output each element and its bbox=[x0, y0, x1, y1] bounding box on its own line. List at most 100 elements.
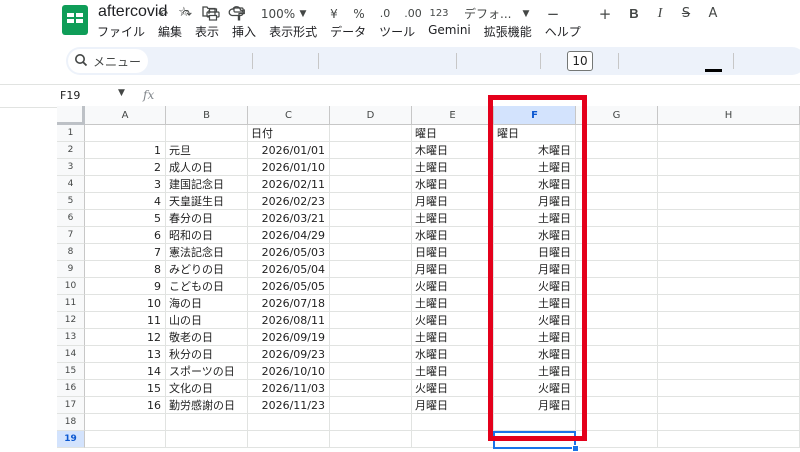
cell-e13[interactable]: 土曜日 bbox=[412, 329, 494, 346]
select-all-corner[interactable] bbox=[57, 106, 85, 125]
cell-h11[interactable] bbox=[658, 295, 800, 312]
cell-d18[interactable] bbox=[330, 414, 412, 431]
cell-d16[interactable] bbox=[330, 380, 412, 397]
cell-g19[interactable] bbox=[576, 431, 658, 448]
cell-a17[interactable]: 16 bbox=[85, 397, 166, 414]
cell-g1[interactable] bbox=[576, 125, 658, 142]
chevron-down-icon[interactable]: ▼ bbox=[297, 0, 309, 28]
zoom-select[interactable]: 100% bbox=[258, 0, 298, 28]
cell-b19[interactable] bbox=[166, 431, 248, 448]
bold-icon[interactable]: B bbox=[626, 0, 642, 28]
currency-format-button[interactable]: ¥ bbox=[327, 0, 341, 28]
cell-e5[interactable]: 月曜日 bbox=[412, 193, 494, 210]
cell-h4[interactable] bbox=[658, 176, 800, 193]
row-header-9[interactable]: 9 bbox=[57, 261, 85, 278]
chevron-down-icon[interactable]: ▼ bbox=[118, 88, 125, 98]
cell-c9[interactable]: 2026/05/04 bbox=[248, 261, 330, 278]
cell-h18[interactable] bbox=[658, 414, 800, 431]
cell-h8[interactable] bbox=[658, 244, 800, 261]
cell-a8[interactable]: 7 bbox=[85, 244, 166, 261]
cell-e7[interactable]: 水曜日 bbox=[412, 227, 494, 244]
cell-h16[interactable] bbox=[658, 380, 800, 397]
row-header-17[interactable]: 17 bbox=[57, 397, 85, 414]
row-header-1[interactable]: 1 bbox=[57, 125, 85, 142]
cell-h3[interactable] bbox=[658, 159, 800, 176]
decrease-font-size-icon[interactable]: − bbox=[546, 0, 560, 28]
cell-d13[interactable] bbox=[330, 329, 412, 346]
cell-d2[interactable] bbox=[330, 142, 412, 159]
cell-d9[interactable] bbox=[330, 261, 412, 278]
cell-h17[interactable] bbox=[658, 397, 800, 414]
row-header-18[interactable]: 18 bbox=[57, 414, 85, 431]
cell-a9[interactable]: 8 bbox=[85, 261, 166, 278]
cell-a2[interactable]: 1 bbox=[85, 142, 166, 159]
cell-e11[interactable]: 土曜日 bbox=[412, 295, 494, 312]
cell-g4[interactable] bbox=[576, 176, 658, 193]
cell-d12[interactable] bbox=[330, 312, 412, 329]
cell-h5[interactable] bbox=[658, 193, 800, 210]
cell-g15[interactable] bbox=[576, 363, 658, 380]
cell-e3[interactable]: 土曜日 bbox=[412, 159, 494, 176]
column-header-d[interactable]: D bbox=[330, 106, 412, 125]
row-header-6[interactable]: 6 bbox=[57, 210, 85, 227]
row-header-3[interactable]: 3 bbox=[57, 159, 85, 176]
row-header-10[interactable]: 10 bbox=[57, 278, 85, 295]
cell-a13[interactable]: 12 bbox=[85, 329, 166, 346]
column-header-g[interactable]: G bbox=[576, 106, 658, 125]
cell-h19[interactable] bbox=[658, 431, 800, 448]
column-header-e[interactable]: E bbox=[412, 106, 494, 125]
cell-d5[interactable] bbox=[330, 193, 412, 210]
cell-e14[interactable]: 水曜日 bbox=[412, 346, 494, 363]
cell-c16[interactable]: 2026/11/03 bbox=[248, 380, 330, 397]
cell-c15[interactable]: 2026/10/10 bbox=[248, 363, 330, 380]
cell-c3[interactable]: 2026/01/10 bbox=[248, 159, 330, 176]
cell-c5[interactable]: 2026/02/23 bbox=[248, 193, 330, 210]
cell-h1[interactable] bbox=[658, 125, 800, 142]
cell-a6[interactable]: 5 bbox=[85, 210, 166, 227]
row-header-15[interactable]: 15 bbox=[57, 363, 85, 380]
row-header-19[interactable]: 19 bbox=[57, 431, 85, 448]
cell-g12[interactable] bbox=[576, 312, 658, 329]
italic-icon[interactable]: I bbox=[652, 0, 668, 28]
cell-h7[interactable] bbox=[658, 227, 800, 244]
cell-c14[interactable]: 2026/09/23 bbox=[248, 346, 330, 363]
number-format-button[interactable]: 123 bbox=[428, 0, 450, 28]
cell-d11[interactable] bbox=[330, 295, 412, 312]
name-box[interactable]: F19 bbox=[60, 89, 80, 102]
cell-d17[interactable] bbox=[330, 397, 412, 414]
row-header-13[interactable]: 13 bbox=[57, 329, 85, 346]
cell-b7[interactable]: 昭和の日 bbox=[166, 227, 248, 244]
cell-a14[interactable]: 13 bbox=[85, 346, 166, 363]
cell-g3[interactable] bbox=[576, 159, 658, 176]
cell-b17[interactable]: 勤労感謝の日 bbox=[166, 397, 248, 414]
cell-b14[interactable]: 秋分の日 bbox=[166, 346, 248, 363]
cell-c6[interactable]: 2026/03/21 bbox=[248, 210, 330, 227]
fill-handle[interactable] bbox=[572, 445, 579, 452]
cell-e2[interactable]: 木曜日 bbox=[412, 142, 494, 159]
font-select[interactable]: デフォ... bbox=[464, 0, 522, 28]
cell-d15[interactable] bbox=[330, 363, 412, 380]
chevron-down-icon[interactable]: ▼ bbox=[520, 0, 532, 28]
cell-e10[interactable]: 火曜日 bbox=[412, 278, 494, 295]
redo-icon[interactable]: ↷ bbox=[177, 0, 197, 28]
cell-d4[interactable] bbox=[330, 176, 412, 193]
cell-d1[interactable] bbox=[330, 125, 412, 142]
cell-g5[interactable] bbox=[576, 193, 658, 210]
cell-h10[interactable] bbox=[658, 278, 800, 295]
cell-c18[interactable] bbox=[248, 414, 330, 431]
cell-a1[interactable] bbox=[85, 125, 166, 142]
column-header-c[interactable]: C bbox=[248, 106, 330, 125]
cell-b16[interactable]: 文化の日 bbox=[166, 380, 248, 397]
cell-g14[interactable] bbox=[576, 346, 658, 363]
cell-g18[interactable] bbox=[576, 414, 658, 431]
cell-b4[interactable]: 建国記念日 bbox=[166, 176, 248, 193]
cell-e8[interactable]: 日曜日 bbox=[412, 244, 494, 261]
cell-c4[interactable]: 2026/02/11 bbox=[248, 176, 330, 193]
cell-h9[interactable] bbox=[658, 261, 800, 278]
increase-decimal-button[interactable]: .00 bbox=[401, 0, 425, 28]
row-header-16[interactable]: 16 bbox=[57, 380, 85, 397]
undo-icon[interactable]: ↶ bbox=[153, 0, 173, 28]
cell-e17[interactable]: 月曜日 bbox=[412, 397, 494, 414]
cell-c12[interactable]: 2026/08/11 bbox=[248, 312, 330, 329]
cell-e4[interactable]: 水曜日 bbox=[412, 176, 494, 193]
